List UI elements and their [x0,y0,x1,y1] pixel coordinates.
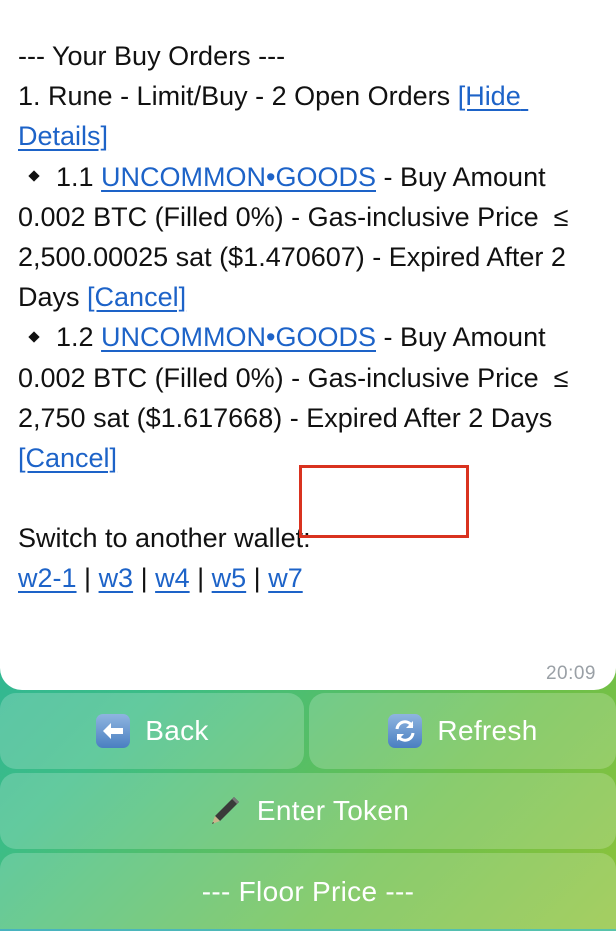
back-label: Back [145,715,209,746]
suborder-1-1-index: 1.1 [56,161,102,192]
token-link-1-1[interactable]: UNCOMMON•GOODS [101,162,376,192]
bullet-icon [28,170,40,183]
enter-token-button[interactable]: Enter Token [0,773,616,849]
floor-price-button[interactable]: --- Floor Price --- [0,853,616,931]
floor-price-label: --- Floor Price --- [201,876,415,907]
wallet-link-w7[interactable]: w7 [268,563,303,593]
back-button[interactable]: Back [0,693,304,769]
wallet-links: w2-1 | w3 | w4 | w5 | w7 [18,558,598,598]
cancel-link-1-2[interactable]: [Cancel] [18,443,117,473]
enter-token-label: Enter Token [256,795,410,826]
wallet-link-w2-1[interactable]: w2-1 [18,563,77,593]
cancel-highlight-box [299,465,469,538]
order-1-text: 1. Rune - Limit/Buy - 2 Open Orders [18,81,458,112]
refresh-button[interactable]: Refresh [309,693,616,769]
pen-icon [207,793,243,829]
refresh-icon [387,713,423,749]
bullet-icon [28,331,40,343]
separator: | [76,563,99,594]
message-timestamp: 20:09 [545,663,596,684]
refresh-label: Refresh [437,715,538,746]
token-link-1-2[interactable]: UNCOMMON•GOODS [101,322,376,352]
wallet-link-w4[interactable]: w4 [155,563,190,593]
message-bubble: --- Your Buy Orders --- 1. Rune - Limit/… [0,0,616,690]
suborder-1-1: 1.1 UNCOMMON•GOODS - Buy Amount 0.002 BT… [18,157,598,318]
cancel-link-1-1[interactable]: [Cancel] [87,282,186,312]
wallet-link-w5[interactable]: w5 [212,563,247,593]
separator: | [189,563,212,594]
wallet-link-w3[interactable]: w3 [99,563,134,593]
separator: | [133,563,156,594]
separator: | [246,563,269,594]
order-1-summary: 1. Rune - Limit/Buy - 2 Open Orders [Hid… [18,76,598,156]
suborder-1-2: 1.2 UNCOMMON•GOODS - Buy Amount 0.002 BT… [18,317,598,478]
orders-header: --- Your Buy Orders --- [18,41,286,71]
back-arrow-icon [95,713,131,749]
suborder-1-2-index: 1.2 [56,322,102,353]
